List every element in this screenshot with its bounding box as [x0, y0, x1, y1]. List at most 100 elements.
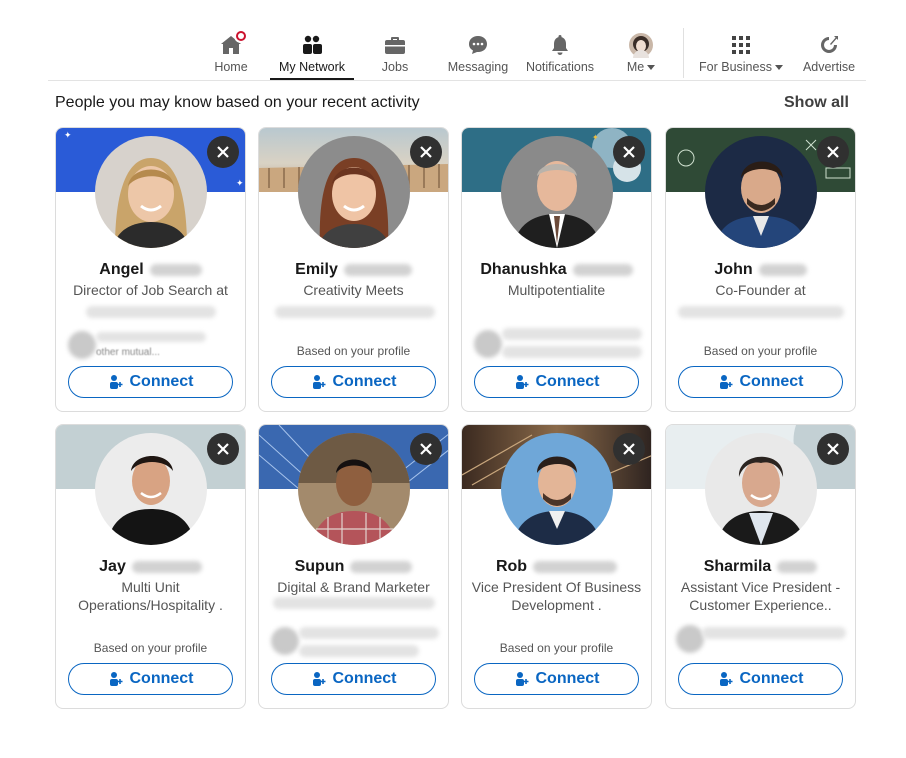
person-card[interactable]: Supun Digital & Brand Marketer Connect	[258, 424, 449, 709]
profile-photo[interactable]	[705, 136, 817, 248]
svg-text:✦: ✦	[64, 131, 72, 141]
dismiss-button[interactable]	[207, 136, 239, 168]
person-card[interactable]: ✦ ✦ Angel Director of Job Search at other…	[55, 127, 246, 412]
profile-photo[interactable]	[298, 433, 410, 545]
show-all-link[interactable]: Show all	[784, 94, 849, 112]
close-icon	[623, 443, 635, 455]
person-headline: Multi Unit Operations/Hospitality .	[78, 579, 223, 613]
person-name[interactable]: Emily	[295, 261, 338, 278]
connect-label: Connect	[739, 373, 804, 390]
person-name[interactable]: Supun	[295, 558, 345, 575]
redacted-surname	[758, 263, 807, 276]
dismiss-button[interactable]	[817, 433, 849, 465]
person-card[interactable]: Sharmila Assistant Vice President - Cust…	[665, 424, 856, 709]
profile-photo[interactable]	[95, 136, 207, 248]
redacted-text	[275, 306, 435, 318]
nav-divider	[683, 28, 684, 78]
person-headline: Director of Job Search at	[73, 282, 228, 298]
person-name[interactable]: Sharmila	[704, 558, 772, 575]
redacted-surname	[350, 560, 413, 573]
connect-button[interactable]: Connect	[271, 366, 436, 398]
connect-button[interactable]: Connect	[68, 663, 233, 695]
person-card[interactable]: ✦ Dhanushka Multipotentialite Connect	[461, 127, 652, 412]
person-card[interactable]: John Co-Founder at Based on your profile…	[665, 127, 856, 412]
redacted-surname	[149, 263, 202, 276]
briefcase-icon	[381, 32, 409, 58]
connect-label: Connect	[332, 670, 397, 687]
close-icon	[217, 146, 229, 158]
redacted-text	[299, 645, 419, 657]
suggestion-reason: Based on your profile	[499, 641, 614, 655]
person-headline: Creativity Meets	[303, 282, 404, 298]
redacted-surname	[777, 560, 818, 573]
person-name[interactable]: Jay	[99, 558, 126, 575]
dismiss-button[interactable]	[613, 433, 645, 465]
home-icon	[217, 29, 248, 58]
suggestion-reason: Based on your profile	[703, 344, 818, 358]
nav-jobs[interactable]: Jobs	[375, 32, 415, 80]
profile-photo[interactable]	[95, 433, 207, 545]
person-headline: Digital & Brand Marketer	[277, 579, 430, 595]
person-card[interactable]: Jay Multi Unit Operations/Hospitality . …	[55, 424, 246, 709]
add-person-icon	[515, 375, 528, 389]
add-person-icon	[515, 672, 528, 686]
connect-button[interactable]: Connect	[271, 663, 436, 695]
close-icon	[420, 443, 432, 455]
svg-text:✦: ✦	[592, 133, 599, 142]
notification-badge	[234, 29, 248, 43]
close-icon	[827, 443, 839, 455]
connect-button[interactable]: Connect	[678, 663, 843, 695]
suggestion-reason: Based on your profile	[93, 641, 208, 655]
nav-messaging[interactable]: Messaging	[444, 32, 512, 80]
person-headline: Multipotentialite	[507, 282, 606, 298]
redacted-text	[96, 332, 206, 342]
nav-notifications[interactable]: Notifications	[520, 32, 600, 80]
nav-for-business[interactable]: For Business	[694, 32, 788, 80]
nav-home[interactable]: Home	[211, 29, 251, 80]
dismiss-button[interactable]	[613, 136, 645, 168]
person-name[interactable]: Angel	[99, 261, 143, 278]
person-card[interactable]: Emily Creativity Meets Based on your pro…	[258, 127, 449, 412]
dismiss-button[interactable]	[207, 433, 239, 465]
nav-me[interactable]: Me	[620, 32, 662, 80]
connect-label: Connect	[332, 373, 397, 390]
nav-advertise[interactable]: Advertise	[800, 32, 858, 80]
redacted-text	[678, 306, 844, 318]
nav-me-label: Me	[626, 60, 645, 74]
person-name[interactable]: Dhanushka	[480, 261, 566, 278]
dismiss-button[interactable]	[410, 136, 442, 168]
close-icon	[217, 443, 229, 455]
person-headline: Co-Founder at	[715, 282, 806, 298]
connect-label: Connect	[535, 373, 600, 390]
close-icon	[827, 146, 839, 158]
redacted-text	[502, 328, 642, 340]
chevron-down-icon	[647, 65, 656, 71]
connect-button[interactable]: Connect	[68, 366, 233, 398]
redacted-surname	[572, 263, 633, 276]
people-icon	[298, 32, 326, 58]
person-headline: Vice President Of Business Development .	[471, 579, 642, 613]
dismiss-button[interactable]	[410, 433, 442, 465]
nav-my-network[interactable]: My Network	[272, 32, 352, 80]
connect-button[interactable]: Connect	[474, 663, 639, 695]
redacted-surname	[343, 263, 412, 276]
connect-label: Connect	[739, 670, 804, 687]
add-person-icon	[109, 672, 122, 686]
person-card[interactable]: Rob Vice President Of Business Developme…	[461, 424, 652, 709]
add-person-icon	[312, 375, 325, 389]
connect-label: Connect	[129, 373, 194, 390]
person-name[interactable]: John	[714, 261, 752, 278]
profile-photo[interactable]	[501, 433, 613, 545]
redacted-text	[702, 627, 846, 639]
dismiss-button[interactable]	[817, 136, 849, 168]
connect-button[interactable]: Connect	[474, 366, 639, 398]
nav-messaging-label: Messaging	[447, 60, 509, 74]
profile-avatar	[627, 32, 655, 58]
nav-for-business-label: For Business	[699, 60, 772, 74]
connect-button[interactable]: Connect	[678, 366, 843, 398]
profile-photo[interactable]	[298, 136, 410, 248]
profile-photo[interactable]	[705, 433, 817, 545]
profile-photo[interactable]	[501, 136, 613, 248]
suggestion-reason: Based on your profile	[296, 344, 411, 358]
person-name[interactable]: Rob	[496, 558, 527, 575]
